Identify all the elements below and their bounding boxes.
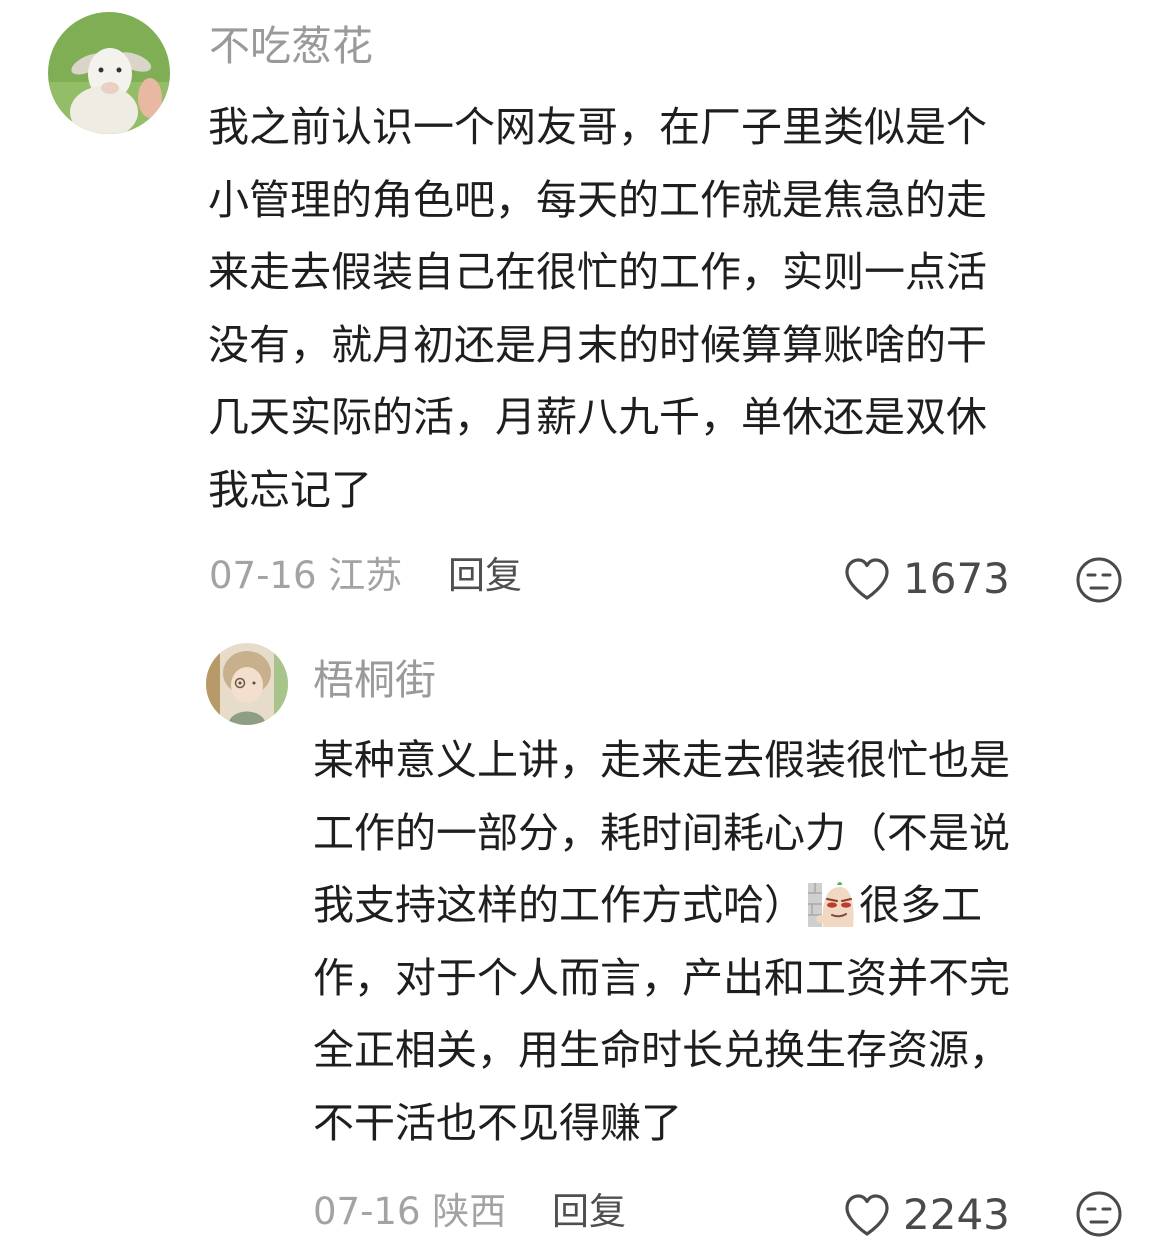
date-location: 07-16 江苏: [209, 554, 403, 597]
comment-meta: 07-16 陕西 回复: [313, 1184, 626, 1240]
comment-line: 我忘记了: [208, 465, 372, 514]
heart-outline-icon: [845, 1194, 889, 1236]
comment-line: 几天实际的活，月薪八九千，单休还是双休: [208, 393, 987, 441]
comment-text: 我之前认识一个网友哥，在厂子里类似是个 小管理的角色吧，每天的工作就是焦急的走 …: [208, 91, 987, 526]
like-button[interactable]: 1673: [843, 551, 1010, 607]
anime-character-avatar-icon: [206, 643, 288, 725]
comment-line: 工作的一部分，耗时间耗心力（不是说: [313, 808, 1010, 857]
like-button[interactable]: 2243: [843, 1187, 1010, 1243]
avatar[interactable]: [206, 643, 288, 725]
goat-avatar-icon: [48, 12, 170, 134]
dislike-button[interactable]: [1075, 556, 1123, 604]
comment-line-segment: 我支持这样的工作方式哈）: [313, 881, 805, 929]
comment-line: 不干活也不见得赚了: [313, 1098, 682, 1147]
username[interactable]: 不吃葱花: [209, 18, 373, 74]
date-location: 07-16 陕西: [313, 1190, 507, 1233]
dislike-button[interactable]: [1075, 1190, 1123, 1238]
reply-button[interactable]: 回复: [552, 1190, 626, 1233]
comment-text: 某种意义上讲，走来走去假装很忙也是 工作的一部分，耗时间耗心力（不是说 我支持这…: [313, 724, 1010, 1159]
comment-line: 某种意义上讲，走来走去假装很忙也是: [313, 736, 1010, 784]
comment-line: 作，对于个人而言，产出和工资并不完: [313, 953, 1010, 1002]
heart-outline-icon: [845, 558, 889, 600]
comment-line: 没有，就月初还是月末的时候算算账啥的干: [208, 320, 987, 369]
comment-line: 来走去假装自己在很忙的工作，实则一点活: [208, 248, 987, 296]
username[interactable]: 梧桐街: [313, 652, 436, 708]
smug-face-emoji-icon: [808, 882, 854, 927]
like-count: 1673: [903, 554, 1010, 603]
comment-line: 全正相关，用生命时长兑换生存资源，: [313, 1026, 1010, 1074]
comment-line: 我之前认识一个网友哥，在厂子里类似是个: [208, 103, 987, 151]
comment-line: 我支持这样的工作方式哈） 很多工: [313, 869, 1010, 942]
like-count: 2243: [903, 1190, 1010, 1239]
comment-meta: 07-16 江苏 回复: [209, 548, 522, 604]
avatar[interactable]: [48, 12, 170, 134]
unamused-face-icon: [1076, 557, 1122, 603]
reply-button[interactable]: 回复: [448, 554, 522, 597]
unamused-face-icon: [1076, 1191, 1122, 1237]
comment-line: 小管理的角色吧，每天的工作就是焦急的走: [208, 175, 987, 224]
comment-line-segment: 很多工: [859, 881, 982, 929]
